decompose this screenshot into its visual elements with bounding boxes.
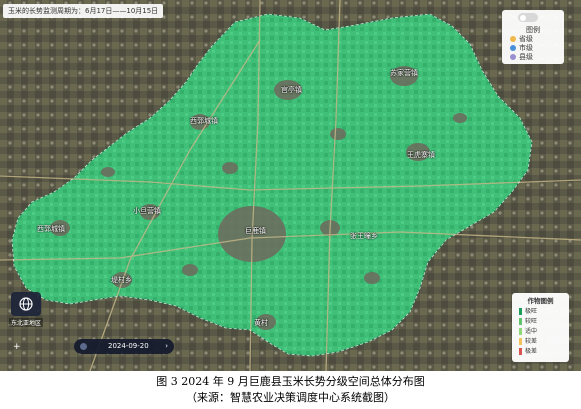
- place-label: 张王疃乡: [350, 232, 378, 240]
- legend-title: 图例: [526, 26, 540, 34]
- zoom-plus-icon[interactable]: +: [13, 342, 21, 352]
- place-label: 苏家营镇: [390, 69, 418, 77]
- timeline-date: 2024-09-20: [108, 342, 149, 350]
- legend-label: 市级: [519, 44, 533, 52]
- place-label: 小旦营镇: [133, 207, 161, 215]
- crop-growth-legend: 作物图例 极旺 较旺 适中 较差 极差: [512, 293, 569, 362]
- growth-label: 较差: [525, 338, 538, 345]
- monitoring-period-note: 玉米的长势监测周期为：6月17日——10月15日: [3, 4, 164, 18]
- place-label: 巨鹿镇: [245, 227, 266, 235]
- timeline-control[interactable]: 2024-09-20 ›: [74, 339, 174, 354]
- chevron-right-icon[interactable]: ›: [165, 339, 168, 354]
- growth-label: 适中: [525, 328, 538, 335]
- county-dot-icon: [510, 54, 516, 60]
- figure-caption: 图 3 2024 年 9 月巨鹿县玉米长势分级空间总体分布图: [156, 375, 425, 388]
- place-label: 西郭城镇: [190, 117, 218, 125]
- place-label: 王虎寨镇: [407, 151, 435, 159]
- globe-icon: [19, 297, 33, 311]
- growth-label: 极旺: [525, 308, 538, 315]
- play-icon[interactable]: [80, 343, 87, 350]
- growth-swatch: [519, 348, 522, 355]
- map-canvas: [0, 0, 581, 371]
- place-label: 官亭镇: [281, 86, 302, 94]
- growth-swatch: [519, 328, 522, 335]
- place-label: 西郭城镇: [37, 225, 65, 233]
- growth-legend-title: 作物图例: [527, 297, 554, 305]
- legend-label: 县级: [519, 53, 533, 61]
- growth-item: 较旺: [519, 317, 537, 326]
- layer-tool-button[interactable]: [11, 292, 41, 316]
- growth-label: 极差: [525, 348, 538, 355]
- place-label: 黄村: [254, 319, 268, 327]
- growth-item: 适中: [519, 327, 537, 336]
- city-dot-icon: [510, 45, 516, 51]
- growth-swatch: [519, 338, 522, 345]
- growth-swatch: [519, 308, 522, 315]
- growth-item: 极旺: [519, 307, 537, 316]
- figure-source: （来源：智慧农业决策调度中心系统截图）: [186, 391, 395, 404]
- growth-item: 极差: [519, 347, 537, 356]
- place-label: 堤村乡: [111, 276, 132, 284]
- growth-item: 较差: [519, 337, 537, 346]
- growth-label: 较旺: [525, 318, 538, 325]
- satellite-map[interactable]: 玉米的长势监测周期为：6月17日——10月15日 图例 省级 市级 县级 官亭镇…: [0, 0, 581, 371]
- legend-item-county[interactable]: 县级: [510, 53, 533, 62]
- region-label: 东北亚地区: [9, 318, 44, 327]
- legend-item-provincial[interactable]: 省级: [510, 35, 533, 44]
- provincial-dot-icon: [510, 36, 516, 42]
- legend-toggle[interactable]: [518, 13, 538, 22]
- growth-swatch: [519, 318, 522, 325]
- map-legend: 图例 省级 市级 县级: [502, 10, 564, 64]
- legend-label: 省级: [519, 35, 533, 43]
- legend-item-city[interactable]: 市级: [510, 44, 533, 53]
